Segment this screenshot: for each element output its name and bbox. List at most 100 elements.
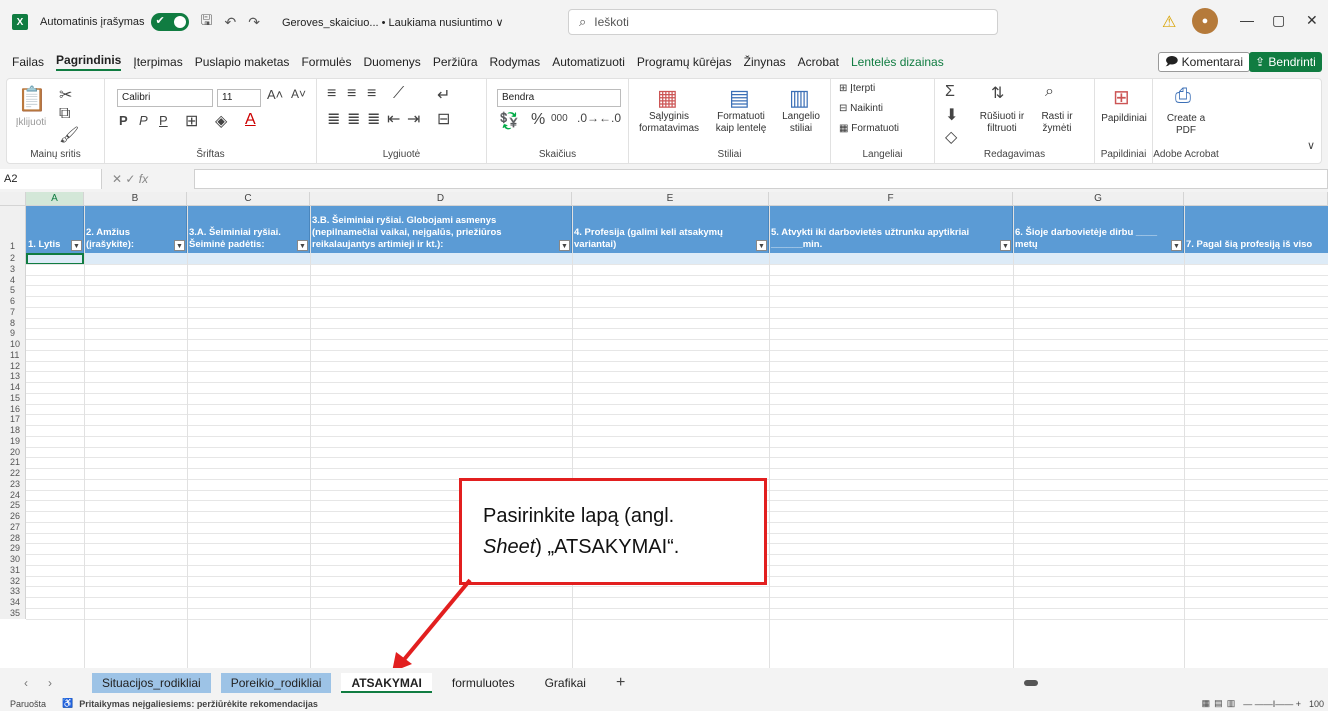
borders-icon[interactable]: ⊞ <box>185 111 198 131</box>
addins-icon[interactable]: ⊞ <box>1113 85 1130 110</box>
sort-filter-button[interactable]: Rūšiuoti ir filtruoti <box>975 111 1029 135</box>
accessibility-status[interactable]: Pritaikymas neįgaliesiems: peržiūrėkite … <box>79 699 318 709</box>
group-label-number: Skaičius <box>538 149 577 160</box>
prev-sheet-icon[interactable]: ‹ <box>24 676 28 690</box>
increase-indent-icon[interactable]: ⇥ <box>407 109 420 129</box>
align-bottom-icon[interactable]: ≡ <box>367 85 376 103</box>
tab-iterpimas[interactable]: Įterpimas <box>133 55 182 69</box>
format-painter-icon[interactable]: 🖌 <box>59 125 79 145</box>
conditional-formatting-icon[interactable]: ▦ <box>657 85 678 111</box>
align-right-icon[interactable]: ≣ <box>367 109 380 129</box>
format-button[interactable]: ▦ Formatuoti <box>839 123 899 135</box>
cut-icon[interactable]: ✂ <box>59 85 72 105</box>
zoom-slider[interactable]: — ——I—— + <box>1243 699 1301 709</box>
fill-icon[interactable]: ⬇ <box>945 105 958 125</box>
add-sheet-icon[interactable]: + <box>616 674 625 692</box>
cell-styles-button[interactable]: Langelio stiliai <box>775 111 827 135</box>
align-middle-icon[interactable]: ≡ <box>347 85 356 103</box>
save-icon[interactable]: 🖫 <box>201 10 213 34</box>
decrease-decimal-icon[interactable]: ←.0 <box>599 111 621 125</box>
create-pdf-button[interactable]: Create a PDF <box>1157 113 1215 137</box>
sheet-tab-grafikai[interactable]: Grafikai <box>535 673 596 693</box>
tab-puslapio-maketas[interactable]: Puslapio maketas <box>195 55 290 69</box>
sort-filter-icon[interactable]: ⇅ <box>991 83 1004 103</box>
comments-button[interactable]: 🗩 Komentarai <box>1158 52 1251 72</box>
warning-icon[interactable]: ⚠ <box>1162 12 1176 32</box>
paste-icon[interactable]: 📋 <box>17 85 47 114</box>
number-format-select[interactable]: Bendra <box>497 89 621 107</box>
undo-icon[interactable]: ↶ <box>224 14 236 31</box>
fill-color-icon[interactable]: ◈ <box>215 111 227 131</box>
format-as-table-button[interactable]: Formatuoti kaip lentelę <box>709 111 773 135</box>
conditional-formatting-button[interactable]: Sąlyginis formatavimas <box>631 111 707 135</box>
create-pdf-icon[interactable]: ⎙ <box>1175 85 1191 108</box>
horizontal-scrollbar[interactable] <box>1012 678 1312 688</box>
tab-programu-kurejas[interactable]: Programų kūrėjas <box>637 55 732 69</box>
formula-input[interactable] <box>194 169 1328 189</box>
comma-style-icon[interactable]: 000 <box>551 113 568 124</box>
fx-icon[interactable]: fx <box>139 172 148 186</box>
cell-styles-icon[interactable]: ▥ <box>789 85 810 111</box>
find-select-button[interactable]: Rasti ir žymėti <box>1031 111 1083 135</box>
zoom-level[interactable]: 100 <box>1309 699 1324 709</box>
redo-icon[interactable]: ↷ <box>248 14 260 31</box>
find-select-icon[interactable]: ⌕ <box>1045 83 1054 101</box>
increase-decimal-icon[interactable]: .0→ <box>577 111 599 125</box>
tab-acrobat[interactable]: Acrobat <box>798 55 839 69</box>
grow-font-icon[interactable]: A˄ <box>267 87 283 102</box>
tab-lenteles-dizainas[interactable]: Lentelės dizainas <box>851 55 944 69</box>
format-as-table-icon[interactable]: ▤ <box>729 85 750 111</box>
align-left-icon[interactable]: ≣ <box>327 109 340 129</box>
decrease-indent-icon[interactable]: ⇤ <box>387 109 400 129</box>
sheet-tab-atsakymai[interactable]: ATSAKYMAI <box>341 673 432 693</box>
merge-center-icon[interactable]: ⊟ <box>437 109 450 129</box>
tab-rodymas[interactable]: Rodymas <box>490 55 541 69</box>
sheet-tab-poreikio[interactable]: Poreikio_rodikliai <box>220 673 332 693</box>
search-input[interactable]: ⌕ Ieškoti <box>568 9 998 35</box>
restore-icon[interactable]: ▢ <box>1272 12 1285 29</box>
shrink-font-icon[interactable]: A˅ <box>291 87 306 101</box>
bold-icon[interactable]: P <box>119 113 128 128</box>
clear-icon[interactable]: ◇ <box>945 127 957 147</box>
spreadsheet-grid[interactable]: A B C D E F G 1. Lytis ▼ 2. Amžius (įrašy… <box>0 192 1328 668</box>
percent-icon[interactable]: % <box>531 111 545 129</box>
share-button[interactable]: ⇪ Bendrinti <box>1249 52 1322 72</box>
font-size-select[interactable]: 11 <box>217 89 261 107</box>
font-color-icon[interactable]: A <box>245 111 256 129</box>
sheet-tab-situacijos[interactable]: Situacijos_rodikliai <box>92 673 211 693</box>
autosum-icon[interactable]: Σ <box>945 83 955 101</box>
scrollbar-thumb[interactable] <box>1024 680 1038 686</box>
page-break-icon[interactable]: ▥ <box>1227 698 1236 709</box>
currency-icon[interactable]: 💱 <box>499 111 519 131</box>
tab-failas[interactable]: Failas <box>12 55 44 69</box>
paste-label[interactable]: Įklijuoti <box>11 117 51 129</box>
align-center-icon[interactable]: ≣ <box>347 109 360 129</box>
tab-automatizuoti[interactable]: Automatizuoti <box>552 55 625 69</box>
italic-icon[interactable]: P <box>139 113 148 128</box>
sheet-tab-formuluotes[interactable]: formuluotes <box>442 673 525 693</box>
collapse-ribbon-icon[interactable]: ∨ <box>1307 139 1315 152</box>
page-layout-icon[interactable]: ▤ <box>1214 698 1223 709</box>
align-top-icon[interactable]: ≡ <box>327 85 336 103</box>
name-box[interactable]: A2 <box>0 169 102 189</box>
delete-button[interactable]: ⊟ Naikinti <box>839 103 883 115</box>
tab-formules[interactable]: Formulės <box>301 55 351 69</box>
avatar[interactable]: ● <box>1192 8 1218 34</box>
normal-view-icon[interactable]: ▦ <box>1202 698 1211 709</box>
minimize-icon[interactable]: — <box>1240 12 1254 28</box>
insert-button[interactable]: ⊞ Įterpti <box>839 83 875 95</box>
tab-duomenys[interactable]: Duomenys <box>363 55 420 69</box>
close-icon[interactable]: ✕ <box>1306 12 1318 29</box>
underline-icon[interactable]: P <box>159 113 168 128</box>
tab-perziura[interactable]: Peržiūra <box>433 55 478 69</box>
autosave-toggle[interactable] <box>150 13 189 31</box>
tab-zinynas[interactable]: Žinynas <box>744 55 786 69</box>
tab-pagrindinis[interactable]: Pagrindinis <box>56 53 122 71</box>
font-name-select[interactable]: Calibri <box>117 89 213 107</box>
copy-icon[interactable]: ⧉ <box>59 105 70 123</box>
addins-button[interactable]: Papildiniai <box>1097 113 1151 125</box>
orientation-icon[interactable]: ⟋ <box>393 85 404 103</box>
wrap-text-icon[interactable]: ↵ <box>437 85 450 105</box>
document-title[interactable]: Geroves_skaiciuo... • Laukiama nusiuntim… <box>282 16 504 29</box>
next-sheet-icon[interactable]: › <box>48 676 52 690</box>
